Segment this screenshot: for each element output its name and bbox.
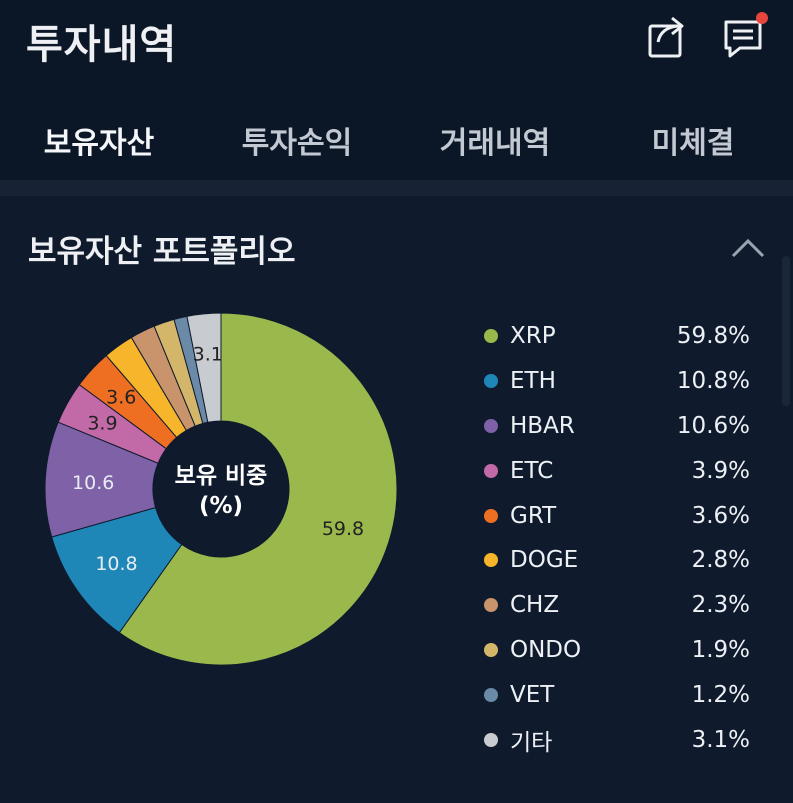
share-icon[interactable] [642, 12, 690, 60]
page-title: 투자내역 [26, 22, 178, 68]
legend-value: 2.8% [691, 547, 750, 574]
legend-item: ONDO 1.9% [480, 628, 750, 673]
legend-label: VET [510, 681, 555, 708]
tab-divider [0, 180, 793, 196]
legend-value: 2.3% [691, 592, 750, 619]
legend-dot [484, 687, 498, 702]
legend-label: GRT [510, 502, 557, 529]
legend-item: 기타 3.1% [480, 717, 750, 762]
legend-item: ETH 10.8% [480, 359, 750, 404]
legend-label: DOGE [510, 547, 579, 574]
legend-dot [484, 508, 498, 523]
slice-label-HBAR: 10.6 [72, 472, 114, 494]
legend-dot [484, 642, 498, 657]
legend-value: 10.6% [676, 412, 750, 439]
legend-dot [484, 553, 498, 568]
legend-value: 10.8% [676, 368, 750, 395]
legend-label: ETC [510, 457, 554, 484]
donut-center-label: (%) [199, 493, 243, 519]
slice-label-GRT: 3.6 [106, 387, 136, 409]
legend-dot [484, 329, 498, 344]
slice-label-XRP: 59.8 [322, 518, 364, 540]
tab-bar: 보유자산 투자손익 거래내역 미체결 [0, 96, 793, 184]
chevron-up-icon[interactable] [730, 236, 766, 260]
legend-value: 1.9% [691, 636, 750, 663]
legend-dot [484, 418, 498, 433]
legend-dot [484, 732, 498, 747]
legend-item: DOGE 2.8% [480, 538, 750, 583]
donut-chart: 59.8 10.8 10.6 3.9 3.6 3.1 보유 비중 (%) [44, 312, 398, 666]
legend-item: VET 1.2% [480, 672, 750, 717]
legend-value: 59.8% [676, 323, 750, 350]
legend-item: CHZ 2.3% [480, 583, 750, 628]
legend-item: GRT 3.6% [480, 493, 750, 538]
tab-profit-loss[interactable]: 투자손익 [198, 96, 396, 184]
notification-dot [756, 12, 768, 24]
legend-dot [484, 463, 498, 478]
slice-label-기타: 3.1 [193, 344, 223, 366]
slice-label-ETC: 3.9 [87, 412, 117, 434]
legend-label: HBAR [510, 412, 575, 439]
tab-transactions[interactable]: 거래내역 [396, 96, 594, 184]
slice-label-ETH: 10.8 [95, 553, 137, 575]
donut-center-label: 보유 비중 [175, 463, 268, 489]
scrollbar[interactable] [782, 256, 790, 406]
legend-label: ONDO [510, 636, 582, 663]
legend-item: ETC 3.9% [480, 448, 750, 493]
legend-value: 1.2% [691, 681, 750, 708]
legend-item: HBAR 10.6% [480, 404, 750, 449]
chart-legend: XRP 59.8% ETH 10.8% HBAR 10.6% ETC 3.9% GRT 3.6% D… [480, 314, 750, 762]
legend-label: ETH [510, 368, 556, 395]
legend-value: 3.9% [691, 457, 750, 484]
legend-item: XRP 59.8% [480, 314, 750, 359]
legend-value: 3.1% [691, 726, 750, 753]
portfolio-section: 보유자산 포트폴리오 59.8 10.8 10.6 3.9 3.6 3.1 보유 비중 (%)… [0, 196, 793, 803]
top-header: 투자내역 [0, 0, 793, 80]
legend-label: XRP [510, 323, 556, 350]
legend-value: 3.6% [691, 502, 750, 529]
legend-label: CHZ [510, 592, 560, 619]
tab-holdings[interactable]: 보유자산 [0, 96, 198, 184]
legend-dot [484, 374, 498, 389]
tab-open-orders[interactable]: 미체결 [594, 96, 792, 184]
legend-dot [484, 598, 498, 613]
legend-label: 기타 [510, 729, 553, 756]
